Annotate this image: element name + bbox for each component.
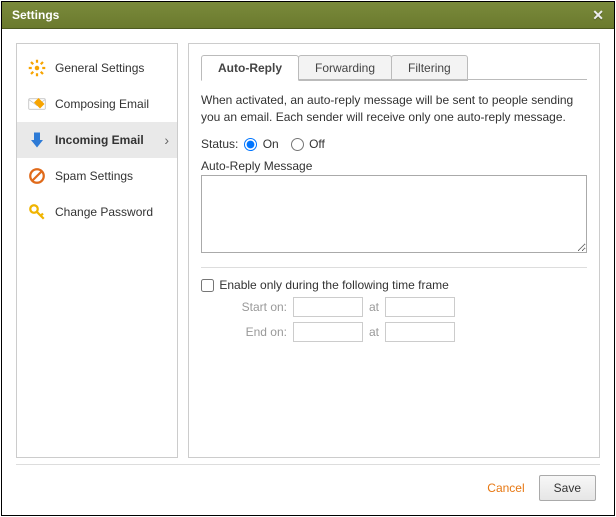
main-panel: Auto-Reply Forwarding Filtering When act…: [188, 43, 600, 458]
status-off-text: Off: [309, 137, 325, 151]
compose-icon: [27, 94, 47, 114]
status-on-radio[interactable]: [244, 138, 257, 151]
download-arrow-icon: [27, 130, 47, 150]
close-icon[interactable]: ✕: [592, 8, 604, 22]
sidebar-item-label: Change Password: [55, 205, 153, 219]
status-off-option[interactable]: Off: [291, 137, 325, 151]
status-on-text: On: [263, 137, 279, 151]
message-label: Auto-Reply Message: [201, 159, 587, 173]
sidebar-item-password[interactable]: Change Password: [17, 194, 177, 230]
sidebar-item-general[interactable]: General Settings: [17, 50, 177, 86]
window-body: General Settings Composing Email Incomin…: [2, 29, 614, 464]
end-date-input[interactable]: [293, 322, 363, 342]
sidebar-item-label: General Settings: [55, 61, 144, 75]
sidebar-item-label: Spam Settings: [55, 169, 133, 183]
key-icon: [27, 202, 47, 222]
timeframe-toggle[interactable]: Enable only during the following time fr…: [201, 278, 449, 292]
titlebar: Settings ✕: [2, 2, 614, 29]
timeframe-label: Enable only during the following time fr…: [219, 278, 448, 292]
end-label: End on:: [227, 325, 287, 339]
auto-reply-description: When activated, an auto-reply message wi…: [201, 92, 587, 127]
status-label: Status:: [201, 137, 238, 151]
status-off-radio[interactable]: [291, 138, 304, 151]
sidebar-item-incoming[interactable]: Incoming Email: [17, 122, 177, 158]
auto-reply-message-input[interactable]: [201, 175, 587, 253]
tab-strip: Auto-Reply Forwarding Filtering: [201, 54, 587, 80]
block-icon: [27, 166, 47, 186]
status-row: Status: On Off: [201, 137, 587, 151]
cancel-button[interactable]: Cancel: [487, 481, 524, 495]
footer: Cancel Save: [2, 465, 614, 515]
end-row: End on: at: [227, 322, 587, 342]
settings-window: Settings ✕ General Settings Composing Em…: [1, 1, 615, 516]
sidebar-item-label: Incoming Email: [55, 133, 144, 147]
gear-icon: [27, 58, 47, 78]
tab-auto-reply[interactable]: Auto-Reply: [201, 55, 299, 81]
at-label-2: at: [369, 325, 379, 339]
save-button[interactable]: Save: [539, 475, 596, 501]
timeframe-section: Enable only during the following time fr…: [201, 278, 587, 347]
start-time-input[interactable]: [385, 297, 455, 317]
sidebar-item-composing[interactable]: Composing Email: [17, 86, 177, 122]
start-label: Start on:: [227, 300, 287, 314]
divider: [201, 267, 587, 268]
start-row: Start on: at: [227, 297, 587, 317]
sidebar-item-label: Composing Email: [55, 97, 149, 111]
tab-forwarding[interactable]: Forwarding: [298, 55, 392, 81]
sidebar-item-spam[interactable]: Spam Settings: [17, 158, 177, 194]
tab-filtering[interactable]: Filtering: [391, 55, 468, 81]
timeframe-checkbox[interactable]: [201, 279, 214, 292]
at-label-1: at: [369, 300, 379, 314]
window-title: Settings: [12, 8, 59, 22]
end-time-input[interactable]: [385, 322, 455, 342]
sidebar: General Settings Composing Email Incomin…: [16, 43, 178, 458]
start-date-input[interactable]: [293, 297, 363, 317]
status-on-option[interactable]: On: [244, 137, 278, 151]
